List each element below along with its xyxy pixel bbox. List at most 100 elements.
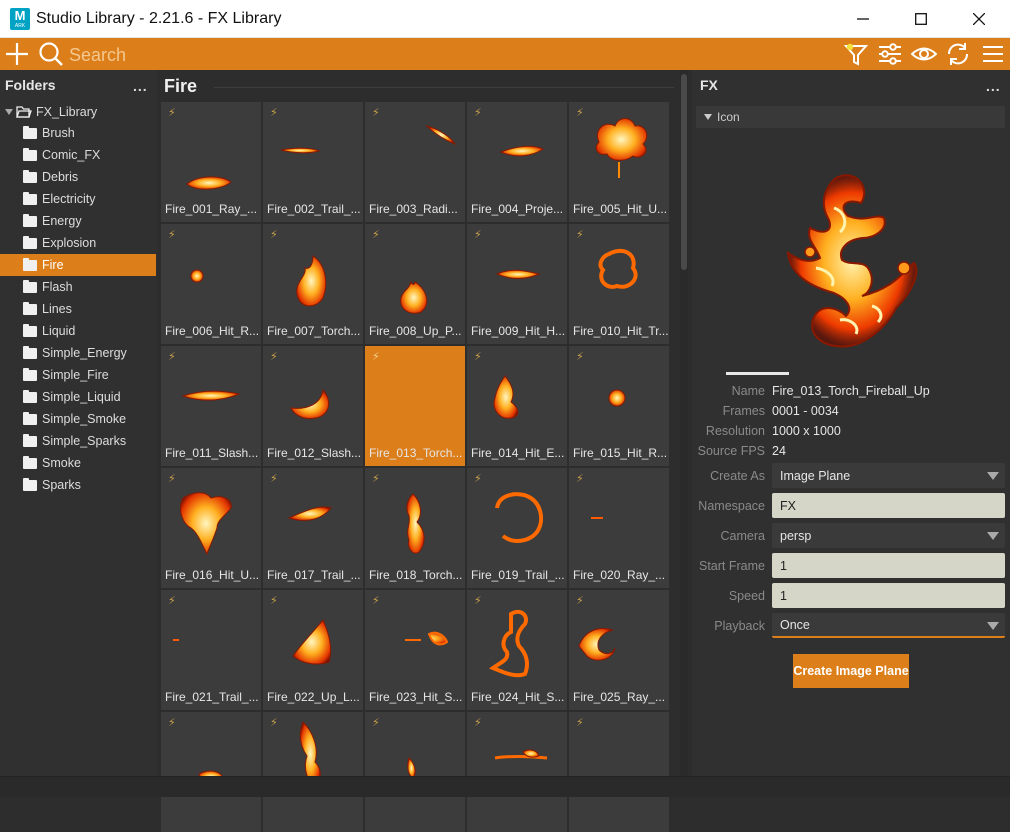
- lightning-icon: ⚡: [270, 473, 278, 485]
- folder-item-flash[interactable]: Flash: [0, 276, 156, 298]
- grid-item-fire-002-trail[interactable]: ⚡ Fire_002_Trail_...: [263, 102, 363, 222]
- grid-title: Fire: [164, 76, 198, 96]
- grid-item-fire-008-up-p[interactable]: ⚡ Fire_008_Up_P...: [365, 224, 465, 344]
- folder-root[interactable]: FX_Library: [0, 101, 156, 123]
- details-menu-button[interactable]: ...: [986, 78, 1001, 94]
- folder-label: Liquid: [42, 324, 76, 338]
- grid-item-fire-022-up-l[interactable]: ⚡ Fire_022_Up_L...: [263, 590, 363, 710]
- grid-item-fire-004-proje[interactable]: ⚡ Fire_004_Proje...: [467, 102, 567, 222]
- create-image-plane-button[interactable]: Create Image Plane: [793, 654, 909, 688]
- sync-icon[interactable]: [945, 42, 971, 66]
- folder-item-simple-energy[interactable]: Simple_Energy: [0, 342, 156, 364]
- folder-root-label: FX_Library: [36, 105, 98, 119]
- folder-item-fire[interactable]: Fire: [0, 254, 156, 276]
- minimize-button[interactable]: [834, 0, 892, 38]
- search-icon[interactable]: [38, 41, 64, 67]
- menu-icon[interactable]: [980, 42, 1006, 66]
- grid-item-fire-001-ray[interactable]: ⚡ Fire_001_Ray_...: [161, 102, 261, 222]
- playback-value: Once: [780, 617, 810, 632]
- folder-item-energy[interactable]: Energy: [0, 210, 156, 232]
- grid-item-item-29[interactable]: ⚡: [467, 712, 567, 832]
- folder-item-liquid[interactable]: Liquid: [0, 320, 156, 342]
- folder-item-debris[interactable]: Debris: [0, 166, 156, 188]
- create-as-dropdown[interactable]: Image Plane: [772, 463, 1005, 488]
- folder-icon: [23, 477, 37, 491]
- folder-item-simple-sparks[interactable]: Simple_Sparks: [0, 430, 156, 452]
- settings-sliders-icon[interactable]: [877, 42, 903, 66]
- folder-item-explosion[interactable]: Explosion: [0, 232, 156, 254]
- folder-label: Explosion: [42, 236, 97, 250]
- grid-item-fire-018-torch[interactable]: ⚡ Fire_018_Torch...: [365, 468, 465, 588]
- folder-label: Simple_Smoke: [42, 412, 127, 426]
- namespace-field[interactable]: FX: [772, 493, 1005, 518]
- grid-item-label: Fire_020_Ray_...: [573, 568, 666, 582]
- lightning-icon: ⚡: [474, 351, 482, 363]
- grid-item-item-28[interactable]: ⚡: [365, 712, 465, 832]
- fire-thumbnail: [292, 619, 332, 665]
- folder-item-comic-fx[interactable]: Comic_FX: [0, 144, 156, 166]
- grid-item-fire-019-trail[interactable]: ⚡ Fire_019_Trail_...: [467, 468, 567, 588]
- option-label: Start Frame: [699, 559, 765, 573]
- grid-item-fire-023-hit-s[interactable]: ⚡ Fire_023_Hit_S...: [365, 590, 465, 710]
- icon-section-header[interactable]: Icon: [696, 106, 1005, 128]
- maximize-button[interactable]: [892, 0, 950, 38]
- folder-item-simple-smoke[interactable]: Simple_Smoke: [0, 408, 156, 430]
- search-input[interactable]: Search: [69, 45, 126, 66]
- view-eye-icon[interactable]: [911, 42, 937, 66]
- grid-scrollbar-thumb[interactable]: [681, 74, 687, 270]
- grid-item-item-30[interactable]: ⚡: [569, 712, 669, 832]
- folder-item-simple-liquid[interactable]: Simple_Liquid: [0, 386, 156, 408]
- grid-item-label: Fire_022_Up_L...: [267, 690, 360, 704]
- camera-dropdown[interactable]: persp: [772, 523, 1005, 548]
- grid-item-fire-017-trail[interactable]: ⚡ Fire_017_Trail_...: [263, 468, 363, 588]
- namespace-value: FX: [780, 498, 796, 513]
- filter-icon[interactable]: [843, 42, 869, 66]
- close-icon: [973, 13, 985, 25]
- folder-item-sparks[interactable]: Sparks: [0, 474, 156, 496]
- grid-item-fire-024-hit-s[interactable]: ⚡ Fire_024_Hit_S...: [467, 590, 567, 710]
- folder-item-brush[interactable]: Brush: [0, 122, 156, 144]
- folder-item-smoke[interactable]: Smoke: [0, 452, 156, 474]
- grid-item-fire-006-hit-r[interactable]: ⚡ Fire_006_Hit_R...: [161, 224, 261, 344]
- option-label: Camera: [720, 529, 765, 543]
- folder-label: Simple_Liquid: [42, 390, 121, 404]
- dropdown-arrow-icon: [987, 532, 999, 540]
- grid-item-fire-007-torch[interactable]: ⚡ Fire_007_Torch...: [263, 224, 363, 344]
- add-icon[interactable]: [4, 42, 30, 66]
- folder-icon: [23, 257, 37, 271]
- grid-item-label: Fire_005_Hit_U...: [573, 202, 668, 216]
- expand-icon[interactable]: [4, 107, 14, 117]
- folder-item-lines[interactable]: Lines: [0, 298, 156, 320]
- folder-icon: [23, 455, 37, 469]
- folder-item-simple-fire[interactable]: Simple_Fire: [0, 364, 156, 386]
- preview-progress[interactable]: [726, 372, 789, 375]
- grid-item-fire-016-hit-u[interactable]: ⚡ Fire_016_Hit_U...: [161, 468, 261, 588]
- grid-item-fire-010-hit-tr[interactable]: ⚡ Fire_010_Hit_Tr...: [569, 224, 669, 344]
- lightning-icon: ⚡: [474, 717, 482, 729]
- grid-item-item-26[interactable]: ⚡: [161, 712, 261, 832]
- folder-label: Simple_Energy: [42, 346, 127, 360]
- grid-item-fire-013-torch[interactable]: ⚡ Fire_013_Torch...: [365, 346, 465, 466]
- folder-label: Simple_Sparks: [42, 434, 127, 448]
- folders-menu-button[interactable]: ...: [133, 78, 148, 94]
- fire-thumbnail: [299, 721, 321, 787]
- grid-item-fire-005-hit-u[interactable]: ⚡ Fire_005_Hit_U...: [569, 102, 669, 222]
- grid-item-fire-009-hit-h[interactable]: ⚡ Fire_009_Hit_H...: [467, 224, 567, 344]
- grid-item-item-27[interactable]: ⚡: [263, 712, 363, 832]
- grid-item-fire-003-radi[interactable]: ⚡ Fire_003_Radi...: [365, 102, 465, 222]
- playback-dropdown[interactable]: Once: [772, 613, 1005, 638]
- grid-item-fire-014-hit-e[interactable]: ⚡ Fire_014_Hit_E...: [467, 346, 567, 466]
- grid-item-fire-011-slash[interactable]: ⚡ Fire_011_Slash...: [161, 346, 261, 466]
- grid-item-fire-015-hit-r[interactable]: ⚡ Fire_015_Hit_R...: [569, 346, 669, 466]
- grid-item-fire-020-ray[interactable]: ⚡ Fire_020_Ray_...: [569, 468, 669, 588]
- option-label: Create As: [710, 469, 765, 483]
- start-frame-field[interactable]: 1: [772, 553, 1005, 578]
- fire-thumbnail: [494, 749, 548, 760]
- close-button[interactable]: [950, 0, 1008, 38]
- folder-item-electricity[interactable]: Electricity: [0, 188, 156, 210]
- grid-item-fire-025-ray[interactable]: ⚡ Fire_025_Ray_...: [569, 590, 669, 710]
- fire-thumbnail: [488, 609, 529, 678]
- grid-item-fire-012-slash[interactable]: ⚡ Fire_012_Slash...: [263, 346, 363, 466]
- grid-item-fire-021-trail[interactable]: ⚡ Fire_021_Trail_...: [161, 590, 261, 710]
- speed-field[interactable]: 1: [772, 583, 1005, 608]
